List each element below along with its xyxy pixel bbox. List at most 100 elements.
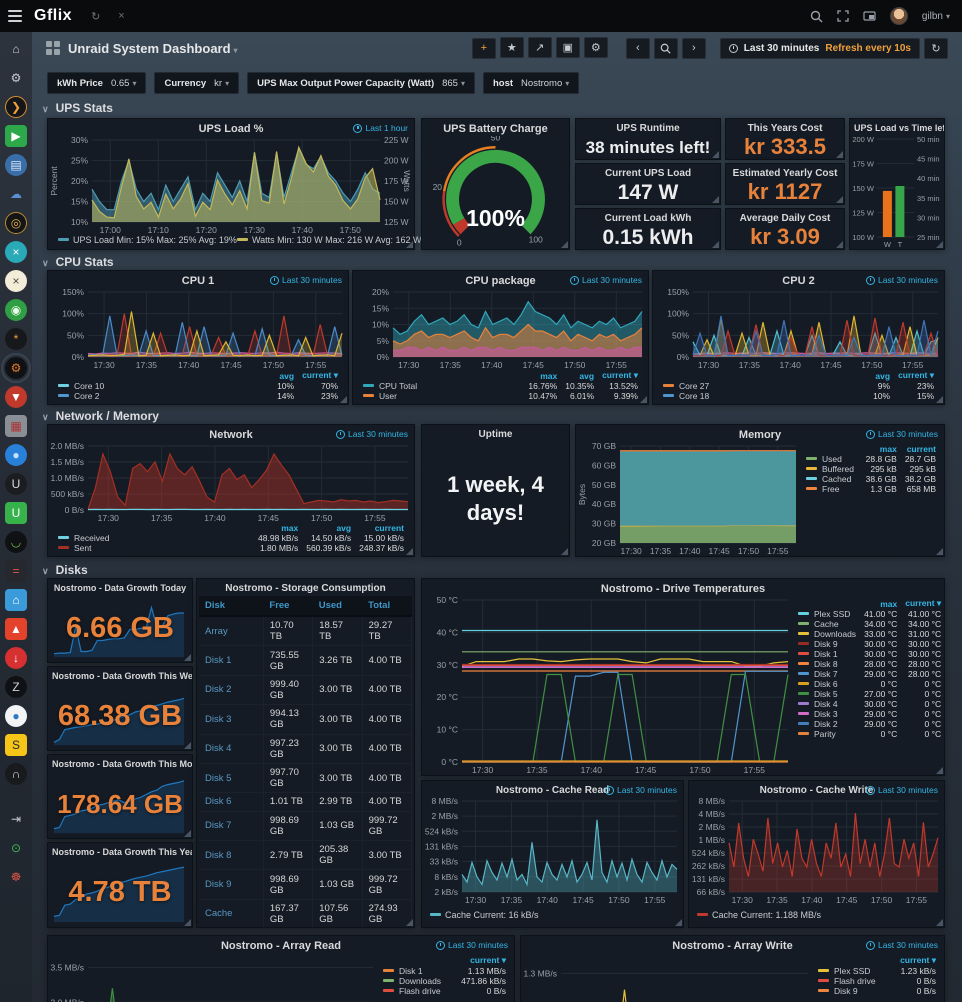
resize-handle[interactable] (640, 396, 647, 403)
table-header[interactable]: Free (263, 596, 312, 616)
section-network-memory[interactable]: Network / Memory (42, 409, 159, 423)
app-gear-active-icon[interactable]: ⚙ (5, 357, 27, 379)
variable-value[interactable]: 0.65 (111, 78, 137, 89)
legend-item[interactable]: Watts Min: 130 W Max: 216 W Avg: 162 W (237, 235, 422, 245)
panel-title[interactable]: This Years Cost (726, 119, 844, 135)
app-search-tracker-icon[interactable]: ◎ (5, 212, 27, 234)
help-lifebuoy-icon[interactable]: ☸ (5, 866, 27, 888)
resize-handle[interactable] (712, 241, 719, 248)
user-menu[interactable]: gilbn (922, 11, 950, 22)
resize-handle[interactable] (561, 548, 568, 555)
legend-item[interactable]: Cache Current: 1.188 MB/s (697, 910, 821, 920)
app-cream-x-icon[interactable]: × (5, 270, 27, 292)
time-range-label[interactable]: Last 30 minutes (436, 940, 508, 950)
legend-col-header[interactable]: current ▾ (896, 955, 940, 966)
dashboard-title[interactable]: Unraid System Dashboard (68, 41, 238, 56)
resize-handle[interactable] (936, 241, 943, 248)
cache-write-chart[interactable]: 17:3017:3517:4017:4517:5017:5566 kB/s131… (689, 797, 944, 905)
ups-battery-gauge[interactable]: 02050100100% (422, 136, 569, 249)
app-plex-icon[interactable]: ▶ (5, 125, 27, 147)
panel-title[interactable]: Nostromo - Data Growth Today (48, 579, 192, 594)
time-range-label[interactable]: Last 30 minutes (605, 785, 677, 795)
network-chart[interactable]: 17:3017:3517:4017:4517:5017:550 B/s500 k… (48, 442, 414, 523)
resize-handle[interactable] (712, 151, 719, 158)
resize-handle[interactable] (836, 151, 843, 158)
variable-value[interactable]: Nostromo (521, 78, 569, 89)
resize-handle[interactable] (675, 919, 682, 926)
time-range-label[interactable]: Last 30 minutes (866, 429, 938, 439)
panel-title[interactable]: Nostromo - Drive Temperatures (422, 579, 944, 596)
drive-temps-chart[interactable]: 17:3017:3517:4017:4517:5017:550 °C10 °C2… (422, 596, 794, 775)
star-button[interactable]: ★ (500, 37, 524, 58)
table-header[interactable]: Total (362, 596, 411, 616)
variable-currency[interactable]: Currencykr (154, 72, 239, 94)
fullscreen-icon[interactable] (837, 10, 849, 22)
panel-title[interactable]: Current Load kWh (576, 209, 720, 225)
refresh-tab-icon[interactable]: ↻ (91, 10, 100, 23)
legend-col-header[interactable]: avg (302, 523, 355, 533)
add-panel-button[interactable]: + (472, 38, 496, 59)
refresh-dashboard-button[interactable]: ↻ (924, 38, 948, 59)
resize-handle[interactable] (836, 241, 843, 248)
panel-title[interactable]: Current UPS Load (576, 164, 720, 180)
app-teal-x-icon[interactable]: × (5, 241, 27, 263)
legend-col-header[interactable]: max (254, 523, 302, 533)
app-water-drop-icon[interactable]: ● (5, 705, 27, 727)
section-ups-stats[interactable]: UPS Stats (42, 101, 113, 115)
app-green-u-icon[interactable]: U (5, 502, 27, 524)
legend-col-header[interactable]: avg (273, 370, 298, 381)
resize-handle[interactable] (184, 654, 191, 661)
cpu1-chart[interactable]: 17:3017:3517:4017:4517:5017:550%50%100%1… (48, 288, 348, 370)
legend-col-header[interactable]: current (901, 444, 940, 454)
panel-title[interactable]: Average Daily Cost (726, 209, 844, 225)
ups-load-vs-time-chart[interactable]: 100 W125 W150 W175 W200 W25 min30 min35 … (850, 134, 944, 249)
dashboard-grid-icon[interactable] (46, 41, 60, 55)
resize-handle[interactable] (936, 767, 943, 774)
app-unifi-icon[interactable]: U (5, 473, 27, 495)
section-cpu-stats[interactable]: CPU Stats (42, 255, 114, 269)
search-icon[interactable] (810, 10, 823, 23)
legend-col-header[interactable]: current (355, 523, 408, 533)
app-lazylibrarian-icon[interactable]: Z (5, 676, 27, 698)
resize-handle[interactable] (406, 241, 413, 248)
array-read-chart[interactable]: 2.5 MB/s3.0 MB/s3.5 MB/s (48, 953, 379, 1002)
app-switch-icon[interactable]: = (5, 560, 27, 582)
sign-out-icon[interactable]: ⇥ (5, 808, 27, 830)
resize-handle[interactable] (406, 919, 413, 926)
legend-col-header[interactable]: max (524, 370, 561, 381)
app-red-grid-icon[interactable]: ▦ (5, 415, 27, 437)
legend-col-header[interactable]: current ▾ (901, 598, 944, 609)
variable-value[interactable]: 865 (442, 78, 465, 89)
dashboard-settings-button[interactable]: ⚙ (584, 37, 608, 58)
settings-icon[interactable]: ⚙ (5, 67, 27, 89)
app-title[interactable]: Gflix (34, 7, 72, 25)
resize-handle[interactable] (712, 196, 719, 203)
resize-handle[interactable] (340, 396, 347, 403)
array-write-chart[interactable]: 1.0 MB/s1.3 MB/s (521, 953, 814, 1002)
time-range-label[interactable]: Last 1 hour (353, 123, 408, 133)
time-range-picker[interactable]: Last 30 minutes Refresh every 10s (720, 38, 920, 59)
time-range-label[interactable]: Last 30 minutes (866, 275, 938, 285)
app-node-graph-icon[interactable]: * (5, 328, 27, 350)
resize-handle[interactable] (936, 548, 943, 555)
variable-value[interactable]: kr (214, 78, 229, 89)
resize-handle[interactable] (936, 919, 943, 926)
panel-title[interactable]: Nostromo - Data Growth This Week (48, 667, 192, 682)
variable-ups-max-output-power-capacity-watt-[interactable]: UPS Max Output Power Capacity (Watt)865 (247, 72, 475, 94)
panel-title[interactable]: UPS Load vs Time left (850, 119, 944, 134)
time-range-label[interactable]: Last 30 minutes (270, 275, 342, 285)
panel-title[interactable]: Uptime (422, 425, 569, 441)
cache-read-chart[interactable]: 17:3017:3517:4017:4517:5017:552 kB/s8 kB… (422, 797, 683, 905)
cpu2-chart[interactable]: 17:3017:3517:4017:4517:5017:550%50%100%1… (653, 288, 944, 370)
table-header[interactable]: Disk (199, 596, 263, 616)
memory-chart[interactable]: 17:3017:3517:4017:4517:5017:5520 GB30 GB… (576, 442, 802, 556)
app-media-server-icon[interactable]: ▤ (5, 154, 27, 176)
variable-kwh-price[interactable]: kWh Price0.65 (47, 72, 146, 94)
resize-handle[interactable] (561, 241, 568, 248)
hamburger-menu-icon[interactable] (0, 0, 30, 32)
time-range-label[interactable]: Last 30 minutes (336, 429, 408, 439)
resize-handle[interactable] (836, 196, 843, 203)
app-pihole-icon[interactable]: ▼ (5, 386, 27, 408)
app-green-circle-icon[interactable]: ◉ (5, 299, 27, 321)
resize-handle[interactable] (184, 830, 191, 837)
